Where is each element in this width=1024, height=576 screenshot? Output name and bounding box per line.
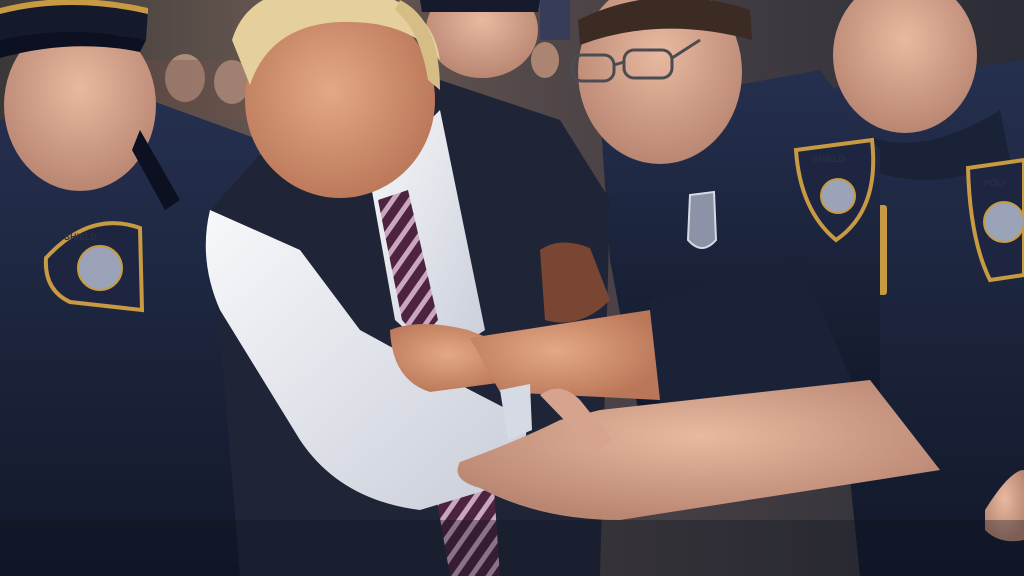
svg-text:SHIELD: SHIELD <box>64 232 98 242</box>
svg-text:POLI: POLI <box>984 178 1005 188</box>
lower-shadow <box>0 520 1024 576</box>
photo-scene: POLI SHIELD SHIELD <box>0 0 1024 576</box>
svg-text:SHIELD: SHIELD <box>812 154 846 164</box>
officer-middle-chest-badge <box>686 190 718 249</box>
